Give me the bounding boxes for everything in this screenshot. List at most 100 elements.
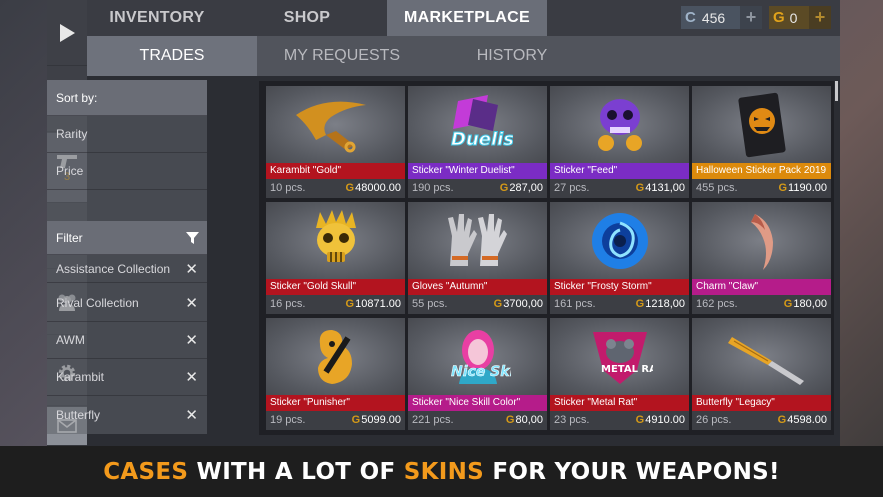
item-name: Karambit "Gold": [266, 163, 405, 179]
gold-coin-icon: G: [493, 298, 503, 310]
item-quantity: 27 pcs.: [554, 182, 590, 194]
remove-filter-icon[interactable]: ✕: [185, 260, 198, 278]
play-button[interactable]: [47, 0, 87, 66]
grid-scrollbar[interactable]: [835, 81, 838, 101]
tab-my-requests[interactable]: MY REQUESTS: [257, 36, 427, 76]
item-price: G4598.00: [778, 414, 827, 426]
gold-coin-icon: G: [783, 298, 793, 310]
karambit-gold-image: [266, 86, 405, 163]
item-card[interactable]: Butterfly "Legacy" 26 pcs. G4598.00: [692, 318, 831, 430]
gold-coin-icon: G: [345, 182, 355, 194]
item-name: Sticker "Winter Duelist": [408, 163, 547, 179]
gold-coin-icon: G: [635, 298, 645, 310]
gloves-image: [408, 202, 547, 279]
silver-balance: 456: [701, 9, 726, 26]
item-card[interactable]: Karambit "Gold" 10 pcs. G48000.00: [266, 86, 405, 198]
item-price: G287,00: [500, 182, 543, 194]
item-quantity: 161 pcs.: [554, 298, 596, 310]
add-gold-button[interactable]: +: [809, 6, 831, 29]
filter-item: Karambit ✕: [47, 359, 207, 396]
gold-coin-icon: G: [505, 414, 515, 426]
item-card[interactable]: Sticker "Frosty Storm" 161 pcs. G1218,00: [550, 202, 689, 314]
sort-by-label: Sort by:: [56, 90, 98, 105]
item-name: Sticker "Feed": [550, 163, 689, 179]
item-price: G4910.00: [636, 414, 685, 426]
gold-skull-image: [266, 202, 405, 279]
remove-filter-icon[interactable]: ✕: [185, 406, 198, 424]
filter-item-label: Rival Collection: [56, 296, 139, 310]
item-card[interactable]: METAL RAT Sticker "Metal Rat" 23 pcs. G4910…: [550, 318, 689, 430]
tab-history[interactable]: HISTORY: [427, 36, 597, 76]
item-card[interactable]: Duelist Sticker "Winter Duelist" 190 pcs. G…: [408, 86, 547, 198]
item-price: G10871.00: [346, 298, 401, 310]
item-card[interactable]: Halloween Sticker Pack 2019 455 pcs. G1190…: [692, 86, 831, 198]
sort-option-label: Rarity: [56, 127, 88, 141]
tab-trades[interactable]: TRADES: [87, 36, 257, 76]
tab-inventory[interactable]: INVENTORY: [87, 0, 227, 36]
item-card[interactable]: Sticker "Punisher" 19 pcs. G5099.00: [266, 318, 405, 430]
sort-option-rarity[interactable]: Rarity: [47, 116, 207, 153]
item-price-value: 3700,00: [503, 298, 543, 310]
item-card[interactable]: Sticker "Gold Skull" 16 pcs. G10871.00: [266, 202, 405, 314]
item-price-value: 4131,00: [645, 182, 685, 194]
remove-filter-icon[interactable]: ✕: [185, 294, 198, 312]
item-quantity: 221 pcs.: [412, 414, 454, 426]
banner-highlight-cases: CASES: [103, 458, 189, 485]
item-price: G3700,00: [494, 298, 543, 310]
filter-item-label: Karambit: [56, 370, 105, 384]
filter-item-label: AWM: [56, 333, 85, 347]
svg-text:Duelist: Duelist: [451, 129, 513, 150]
filter-item: Butterfly ✕: [47, 396, 207, 434]
svg-text:METAL RAT: METAL RAT: [601, 364, 653, 375]
item-quantity: 16 pcs.: [270, 298, 306, 310]
add-silver-button[interactable]: +: [740, 6, 762, 29]
sticker-feed-image: [550, 86, 689, 163]
banner-text-end: FOR YOUR WEAPONS!: [484, 458, 780, 485]
sticker-pack-image: [692, 86, 831, 163]
item-name: Charm "Claw": [692, 279, 831, 295]
gold-coin-icon: G: [773, 9, 785, 26]
funnel-icon: [186, 231, 199, 244]
item-name: Gloves "Autumn": [408, 279, 547, 295]
item-price-value: 80,00: [515, 414, 543, 426]
marketplace-subtabs: TRADES MY REQUESTS HISTORY: [87, 36, 840, 76]
filter-header[interactable]: Filter: [47, 221, 207, 255]
play-icon: [60, 23, 75, 42]
frosty-storm-image: [550, 202, 689, 279]
item-price-value: 4598.00: [787, 414, 827, 426]
item-card[interactable]: Gloves "Autumn" 55 pcs. G3700,00: [408, 202, 547, 314]
item-card[interactable]: Charm "Claw" 162 pcs. G180,00: [692, 202, 831, 314]
filter-item: Assistance Collection ✕: [47, 255, 207, 283]
item-price: G80,00: [506, 414, 543, 426]
item-quantity: 26 pcs.: [696, 414, 732, 426]
gold-coin-icon: G: [635, 414, 645, 426]
gold-coin-icon: G: [635, 182, 645, 194]
item-price-value: 48000.00: [355, 182, 401, 194]
remove-filter-icon[interactable]: ✕: [185, 368, 198, 386]
item-quantity: 55 pcs.: [412, 298, 448, 310]
gold-coin-icon: G: [777, 414, 787, 426]
item-name: Sticker "Punisher": [266, 395, 405, 411]
item-price-value: 1190.00: [788, 182, 827, 194]
sort-option-price[interactable]: Price: [47, 153, 207, 190]
filter-item: AWM ✕: [47, 322, 207, 359]
gold-coin-icon: G: [345, 298, 355, 310]
tab-shop[interactable]: SHOP: [267, 0, 347, 36]
item-price-value: 4910.00: [645, 414, 685, 426]
silver-currency: C 456 +: [681, 6, 762, 29]
tab-marketplace[interactable]: MARKETPLACE: [387, 0, 547, 36]
item-card[interactable]: Nice Skill Sticker "Nice Skill Color" 221 …: [408, 318, 547, 430]
nice-skill-image: Nice Skill: [408, 318, 547, 395]
item-quantity: 162 pcs.: [696, 298, 738, 310]
sticker-duelist-image: Duelist: [408, 86, 547, 163]
promo-banner: CASES WITH A LOT OF SKINS FOR YOUR WEAPO…: [0, 446, 883, 497]
top-bar: INVENTORY SHOP MARKETPLACE C 456 + G 0 +: [87, 0, 840, 36]
remove-filter-icon[interactable]: ✕: [185, 331, 198, 349]
item-card[interactable]: Sticker "Feed" 27 pcs. G4131,00: [550, 86, 689, 198]
item-quantity: 19 pcs.: [270, 414, 306, 426]
sort-by-header: Sort by:: [47, 80, 207, 116]
item-name: Sticker "Frosty Storm": [550, 279, 689, 295]
banner-text: WITH A LOT OF: [188, 458, 404, 485]
item-price-value: 10871.00: [355, 298, 401, 310]
gold-coin-icon: G: [778, 182, 788, 194]
